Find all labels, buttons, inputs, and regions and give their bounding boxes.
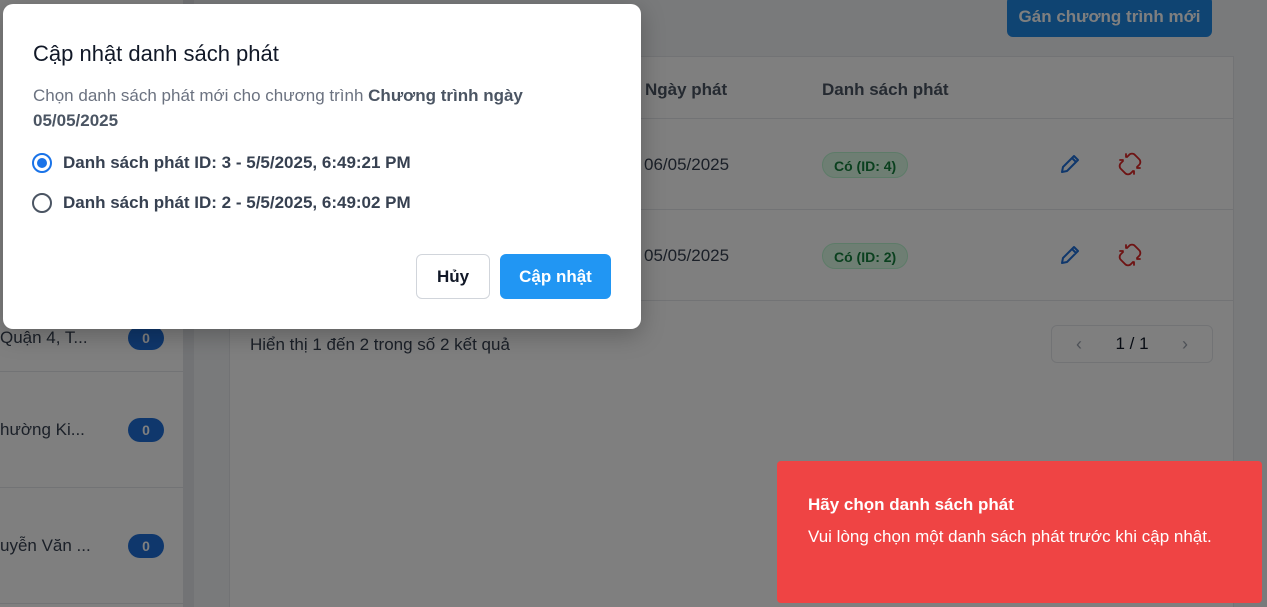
- radio-button-selected[interactable]: [32, 153, 52, 173]
- update-playlist-modal: Cập nhật danh sách phát Chọn danh sách p…: [3, 4, 641, 329]
- playlist-option[interactable]: Danh sách phát ID: 3 - 5/5/2025, 6:49:21…: [32, 151, 411, 175]
- modal-title: Cập nhật danh sách phát: [33, 41, 279, 66]
- playlist-option[interactable]: Danh sách phát ID: 2 - 5/5/2025, 6:49:02…: [32, 191, 411, 215]
- error-toast[interactable]: Hãy chọn danh sách phát Vui lòng chọn mộ…: [777, 461, 1262, 603]
- radio-button[interactable]: [32, 193, 52, 213]
- toast-message: Vui lòng chọn một danh sách phát trước k…: [808, 527, 1212, 546]
- update-button[interactable]: Cập nhật: [500, 254, 611, 299]
- modal-description-text: Chọn danh sách phát mới cho chương trình: [33, 86, 369, 105]
- playlist-option-label: Danh sách phát ID: 2 - 5/5/2025, 6:49:02…: [63, 193, 411, 212]
- toast-title: Hãy chọn danh sách phát: [808, 495, 1014, 514]
- playlist-option-label: Danh sách phát ID: 3 - 5/5/2025, 6:49:21…: [63, 153, 411, 172]
- modal-description: Chọn danh sách phát mới cho chương trình…: [33, 83, 593, 133]
- cancel-button[interactable]: Hủy: [416, 254, 490, 299]
